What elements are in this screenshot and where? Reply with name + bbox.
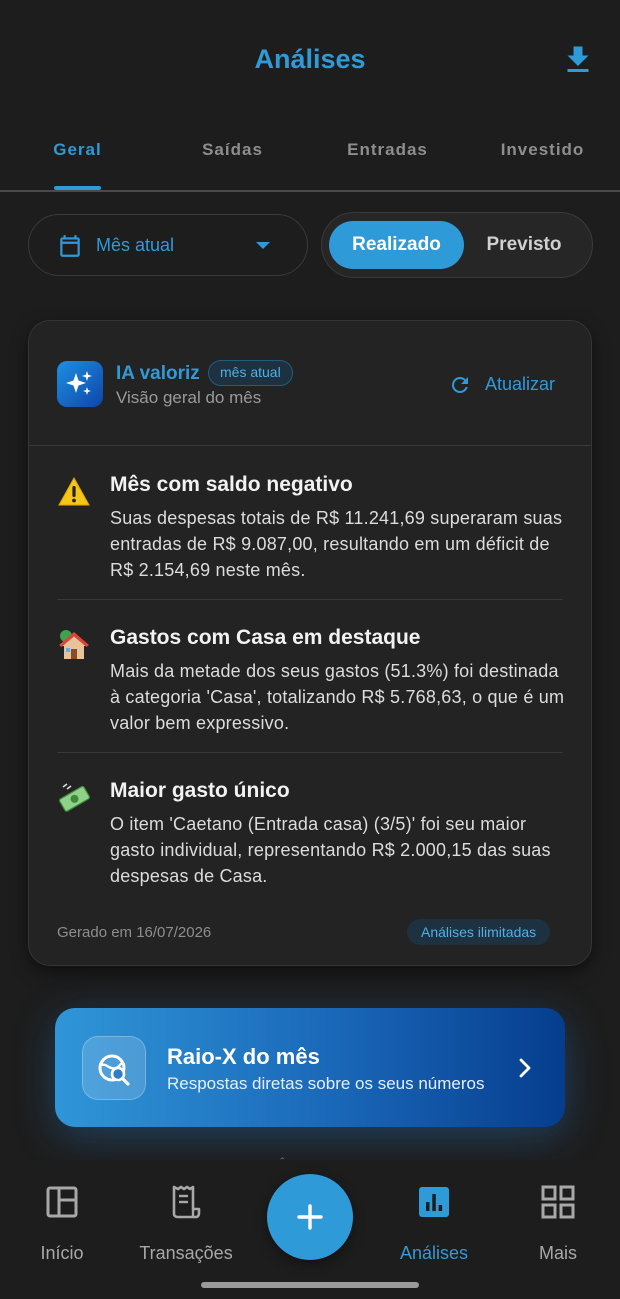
refresh-icon[interactable] <box>448 373 472 397</box>
chevron-right-icon <box>519 1058 531 1078</box>
insight-divider <box>57 752 563 753</box>
insight-text: O item 'Caetano (Entrada casa) (3/5)' fo… <box>110 814 551 886</box>
money-icon <box>59 783 90 812</box>
grid-icon <box>541 1185 575 1219</box>
insight-title: Maior gasto único <box>110 779 290 802</box>
ai-subtitle: Visão geral do mês <box>116 388 262 407</box>
generated-date: Gerado em 16/07/2026 <box>57 924 212 941</box>
nav-label: Mais <box>538 1243 577 1263</box>
refresh-button[interactable]: Atualizar <box>485 374 555 395</box>
month-dropdown[interactable]: Mês atual <box>28 214 308 276</box>
add-transaction-button[interactable] <box>267 1174 353 1260</box>
unlimited-badge: Análises ilimitadas <box>407 919 551 945</box>
insight-title: Gastos com Casa em destaque <box>110 626 421 649</box>
ai-period-badge: mês atual <box>208 360 293 386</box>
ai-name: IA valoriz <box>116 363 200 384</box>
bottom-nav: Início Transações Análises Mais <box>0 1160 620 1299</box>
insight-title: Mês com saldo negativo <box>110 473 353 496</box>
tab-geral[interactable]: Geral <box>0 140 155 160</box>
nav-transacoes[interactable]: Transações <box>124 1182 248 1264</box>
tab-saidas[interactable]: Saídas <box>155 140 310 160</box>
insight-text: Mais da metade dos seus gastos (51.3%) f… <box>110 661 565 733</box>
xray-subtitle: Respostas diretas sobre os seus números <box>167 1074 485 1093</box>
xray-icon-box <box>82 1036 146 1100</box>
nav-label: Transações <box>139 1243 233 1263</box>
page-title: Análises <box>254 44 366 74</box>
plus-icon <box>297 1204 323 1230</box>
house-icon <box>59 630 89 659</box>
app-header: Análises <box>0 0 620 120</box>
chevron-down-icon <box>256 242 270 249</box>
home-indicator[interactable] <box>201 1282 419 1288</box>
download-button[interactable] <box>560 42 596 78</box>
warning-icon <box>58 476 90 506</box>
nav-mais[interactable]: Mais <box>496 1182 620 1264</box>
nav-analises[interactable]: Análises <box>372 1182 496 1264</box>
card-divider <box>29 445 591 446</box>
mode-realizado-button[interactable]: Realizado <box>329 221 464 269</box>
ai-insights-card: IA valoriz mês atual Visão geral do mês … <box>28 320 592 966</box>
nav-inicio[interactable]: Início <box>0 1182 124 1264</box>
insight-text: Suas despesas totais de R$ 11.241,69 sup… <box>110 508 563 580</box>
sparkles-icon <box>66 371 92 395</box>
tab-investido[interactable]: Investido <box>465 140 620 160</box>
tab-active-indicator <box>54 186 101 190</box>
nav-label: Início <box>40 1243 84 1263</box>
mode-previsto-button[interactable]: Previsto <box>464 221 584 269</box>
download-icon <box>567 46 589 72</box>
tab-entradas[interactable]: Entradas <box>310 140 465 160</box>
insight-divider <box>57 599 563 600</box>
search-globe-icon <box>98 1054 130 1086</box>
ai-logo <box>57 361 103 407</box>
tab-bar: Geral Saídas Entradas Investido <box>0 120 620 192</box>
receipt-icon <box>172 1185 201 1219</box>
xray-title: Raio-X do mês <box>167 1044 320 1069</box>
nav-label: Análises <box>399 1243 469 1263</box>
month-dropdown-label: Mês atual <box>96 235 175 255</box>
xray-month-button[interactable]: Raio-X do mês Respostas diretas sobre os… <box>55 1008 565 1127</box>
chart-icon <box>419 1187 449 1217</box>
dashboard-icon <box>46 1186 78 1218</box>
mode-toggle: Realizado Previsto <box>321 212 593 278</box>
calendar-icon <box>60 235 80 257</box>
